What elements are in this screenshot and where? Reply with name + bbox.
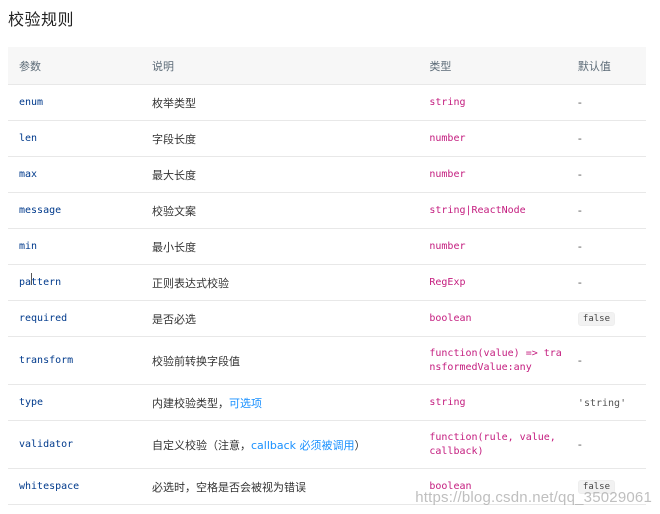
type-cell: number [418, 156, 567, 193]
table-row: pattern 正则表达式校验 RegExp - [8, 264, 646, 301]
default-cell: - [566, 336, 646, 385]
default-value: - [577, 132, 582, 145]
default-cell: - [566, 228, 646, 265]
desc-cell: 是否必选 [140, 300, 419, 337]
desc-cell: 校验文案 [140, 192, 419, 229]
desc-link[interactable]: callback 必须被调用 [251, 439, 355, 452]
table-row: transform 校验前转换字段值 function(value) => tra … [8, 336, 646, 385]
desc-cell: 自定义校验（注意，callback 必须被调用） [140, 420, 419, 469]
type-cell: number [418, 228, 567, 265]
type-cell: RegExp [418, 264, 567, 301]
desc-text: 枚举类型 [151, 96, 196, 110]
header-type: 类型 [418, 47, 567, 85]
type-cell: string [418, 84, 567, 121]
type-cell: string [418, 384, 567, 421]
table-row: type 内建校验类型，可选项 string'string' [8, 384, 646, 421]
table-row: message 校验文案 string|ReactNode - [8, 192, 646, 229]
desc-text: 必选时，空格是否会被视为错误 [151, 480, 306, 494]
desc-cell: 校验前转换字段值 [140, 336, 419, 385]
watermark: https://blog.csdn.net/qq_35029061 [415, 489, 652, 506]
param-cell: pattern [8, 264, 141, 301]
param-cell: validator [8, 420, 141, 469]
desc-cell: 正则表达式校验 [140, 264, 419, 301]
header-default: 默认值 [566, 47, 646, 85]
default-value: 'string' [577, 398, 627, 409]
desc-cell: 枚举类型 [140, 84, 419, 121]
default-value: - [577, 240, 582, 253]
table-row: validator 自定义校验（注意，callback 必须被调用） functio… [8, 420, 646, 469]
desc-suffix: ） [354, 438, 366, 452]
table-row: enum 枚举类型 string - [8, 84, 646, 121]
default-value: - [577, 96, 582, 109]
param-cell: max [8, 156, 141, 193]
default-value: - [577, 438, 582, 451]
desc-text: 校验文案 [151, 204, 196, 218]
param-cell: message [8, 192, 141, 229]
default-cell: - [566, 264, 646, 301]
default-cell: - [566, 156, 646, 193]
table-header-row: 参数 说明 类型 默认值 [8, 47, 646, 85]
type-cell: string|ReactNode [418, 192, 567, 229]
desc-cell: 最小长度 [140, 228, 419, 265]
desc-text: 内建校验类型， [151, 396, 229, 410]
desc-text: 正则表达式校验 [151, 276, 229, 290]
default-cell: - [566, 120, 646, 157]
desc-cell: 字段长度 [140, 120, 419, 157]
desc-cell: 必选时，空格是否会被视为错误 [140, 468, 419, 505]
table-row: len 字段长度 number - [8, 120, 646, 157]
type-cell: boolean [418, 300, 567, 337]
param-cell: whitespace [8, 468, 141, 505]
desc-text: 自定义校验（注意， [151, 438, 251, 452]
default-cell: false [566, 300, 646, 337]
type-cell: function(rule, value, callback) [418, 420, 567, 469]
default-cell: - [566, 192, 646, 229]
desc-text: 最大长度 [151, 168, 196, 182]
default-cell: 'string' [566, 384, 646, 421]
table-row: max 最大长度 number - [8, 156, 646, 193]
param-cell: required [8, 300, 141, 337]
page-title: 校验规则 [8, 10, 75, 29]
type-cell: function(value) => tra nsformedValue:any [418, 336, 567, 385]
default-badge: false [577, 312, 616, 326]
desc-text: 最小长度 [151, 240, 196, 254]
desc-link[interactable]: 可选项 [229, 397, 262, 410]
default-value: - [577, 276, 582, 289]
table-row: min 最小长度 number - [8, 228, 646, 265]
validation-rules-table: 参数 说明 类型 默认值 enum 枚举类型 string - len 字段长度 numbe… [8, 47, 646, 505]
table-row: required 是否必选 boolean false [8, 300, 646, 337]
param-cell: type [8, 384, 141, 421]
param-cell: transform [8, 336, 141, 385]
param-cell: len [8, 120, 141, 157]
header-desc: 说明 [140, 47, 419, 85]
desc-text: 字段长度 [151, 132, 196, 146]
header-param: 参数 [8, 47, 141, 85]
param-cell: enum [8, 84, 141, 121]
param-cell: min [8, 228, 141, 265]
type-cell: number [418, 120, 567, 157]
default-value: - [577, 204, 582, 217]
desc-text: 是否必选 [151, 312, 196, 326]
desc-cell: 内建校验类型，可选项 [140, 384, 419, 421]
default-value: - [577, 354, 582, 367]
default-cell: - [566, 420, 646, 469]
desc-cell: 最大长度 [140, 156, 419, 193]
default-value: - [577, 168, 582, 181]
default-cell: - [566, 84, 646, 121]
text-cursor-icon [31, 273, 34, 285]
desc-text: 校验前转换字段值 [151, 354, 240, 368]
